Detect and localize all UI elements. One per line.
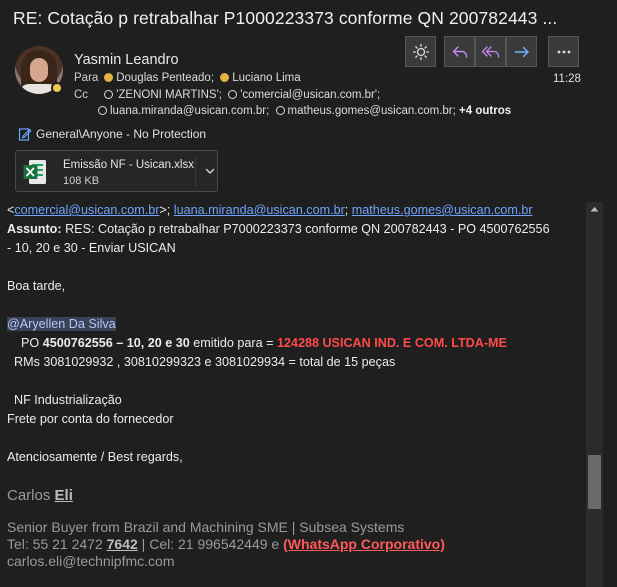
greeting: Boa tarde, (7, 279, 66, 293)
presence-unknown-icon (98, 106, 107, 115)
recipient-cc[interactable]: 'ZENONI MARTINS'; (116, 89, 222, 101)
po-line: PO 4500762556 – 10, 20 e 30 emitido para… (21, 336, 507, 350)
recipient-cc[interactable]: luana.miranda@usican.com.br; (110, 105, 269, 117)
presence-unknown-icon (104, 90, 114, 99)
assunto-line: Assunto: RES: Cotação p retrabalhar P700… (7, 222, 550, 236)
sun-icon-button[interactable] (405, 36, 436, 67)
sender-name[interactable]: Yasmin Leandro (74, 52, 179, 68)
sensitivity-label[interactable]: General\Anyone - No Protection (18, 127, 206, 141)
cc-line-2: luana.miranda@usican.com.br; matheus.gom… (95, 105, 511, 117)
body-header-line: <comercial@usican.com.br>; luana.miranda… (7, 203, 533, 217)
sensitivity-text: General\Anyone - No Protection (36, 127, 207, 141)
sun-icon (412, 43, 429, 60)
attachment-name: Emissão NF - Usican.xlsx (63, 159, 194, 171)
signature-phone: Tel: 55 21 2472 7642 | Cel: 21 996542449… (7, 536, 445, 552)
nf-line: NF Industrialização (14, 393, 122, 407)
body-scrollbar[interactable] (586, 202, 603, 587)
forward-button[interactable] (506, 36, 537, 67)
more-icon (557, 50, 570, 53)
cc-line: Cc 'ZENONI MARTINS'; 'comercial@usican.c… (74, 89, 380, 101)
recipient-to[interactable]: Luciano Lima (232, 72, 300, 84)
recipient-to[interactable]: Douglas Penteado; (116, 72, 214, 84)
mention-tag[interactable]: @Aryellen Da Silva (7, 317, 116, 331)
reply-button[interactable] (444, 36, 475, 67)
presence-away-icon (220, 73, 230, 82)
assunto-line-2: - 10, 20 e 30 - Enviar USICAN (7, 241, 176, 255)
reply-icon (452, 45, 467, 58)
presence-unknown-icon (275, 106, 285, 115)
message-body: <comercial@usican.com.br>; luana.miranda… (0, 198, 603, 587)
signature-name: Carlos Eli (7, 487, 73, 504)
cc-label: Cc (74, 89, 89, 101)
email-link[interactable]: comercial@usican.com.br (14, 203, 159, 217)
more-actions-button[interactable] (548, 36, 579, 67)
signature-email: carlos.eli@technipfmc.com (7, 553, 175, 569)
chevron-down-icon[interactable] (204, 165, 216, 177)
sensitivity-tag-icon (18, 128, 32, 141)
recipient-cc[interactable]: matheus.gomes@usican.com.br; (288, 105, 456, 117)
more-recipients-link[interactable]: +4 outros (459, 105, 511, 117)
signature-title: Senior Buyer from Brazil and Machining S… (7, 519, 405, 535)
frete-line: Frete por conta do fornecedor (7, 412, 174, 426)
email-link[interactable]: matheus.gomes@usican.com.br (352, 203, 533, 217)
email-link[interactable]: luana.miranda@usican.com.br (174, 203, 345, 217)
whatsapp-link[interactable]: (WhatsApp Corporativo) (283, 536, 445, 552)
scroll-up-icon[interactable] (586, 202, 603, 216)
attachment-size: 108 KB (63, 175, 100, 187)
scrollbar-thumb[interactable] (588, 455, 601, 509)
to-label: Para (74, 72, 99, 84)
message-subject: RE: Cotação p retrabalhar P1000223373 co… (13, 8, 558, 28)
presence-away-icon (104, 73, 114, 82)
attachment-divider (195, 157, 196, 187)
reply-all-button[interactable] (475, 36, 506, 67)
message-time: 11:28 (553, 73, 581, 85)
presence-status-icon (51, 82, 63, 94)
forward-icon (514, 46, 529, 57)
regards-line: Atenciosamente / Best regards, (7, 450, 183, 464)
rms-line: RMs 3081029932 , 30810299323 e 308102993… (14, 355, 396, 369)
presence-unknown-icon (228, 90, 238, 99)
reply-all-icon (481, 45, 499, 58)
excel-icon (23, 160, 46, 184)
recipient-cc[interactable]: 'comercial@usican.com.br'; (240, 89, 380, 101)
attachment-card[interactable]: Emissão NF - Usican.xlsx 108 KB (15, 150, 218, 192)
to-line: Para Douglas Penteado; Luciano Lima (74, 72, 301, 84)
